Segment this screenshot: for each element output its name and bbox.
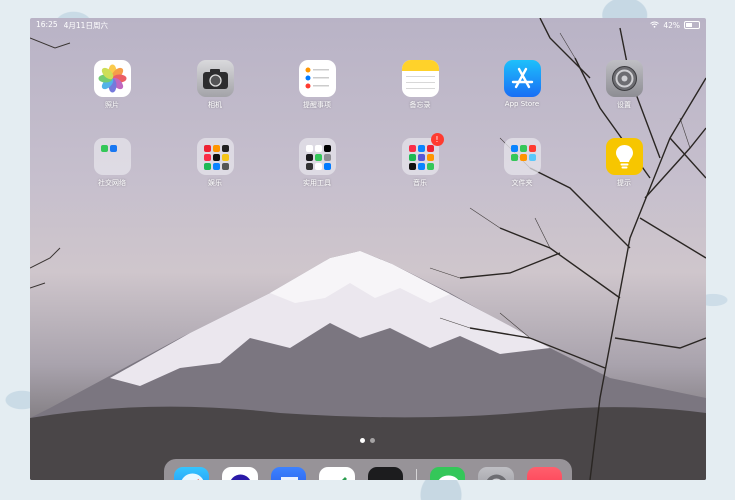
app-photos[interactable]: 照片 [82, 60, 142, 110]
folder-utilities[interactable]: 实用工具 [287, 138, 347, 188]
folder-icon [93, 138, 131, 175]
folder-icon [503, 138, 541, 175]
folder-icon [196, 138, 234, 175]
folder-icon [298, 138, 336, 175]
music-icon[interactable] [526, 467, 562, 480]
status-bar: 16:25 4月11日周六 42% [30, 18, 706, 32]
app-label: 提示 [617, 179, 631, 187]
dark-app-icon[interactable] [367, 467, 403, 480]
folder-social[interactable]: 社交网络 [82, 138, 142, 188]
pages-icon[interactable] [319, 467, 355, 480]
app-label: 提醒事项 [303, 101, 331, 109]
app-camera[interactable]: 相机 [185, 60, 245, 110]
app-label: 社交网络 [98, 179, 126, 187]
dock [164, 459, 572, 480]
page-dot[interactable] [370, 438, 375, 443]
settings-icon [605, 60, 643, 97]
app-label: 照片 [105, 101, 119, 109]
camera-icon [196, 60, 234, 97]
photos-icon [93, 60, 131, 97]
app-label: 音乐 [413, 179, 427, 187]
app-store-icon [503, 60, 541, 97]
status-date: 4月11日周六 [63, 20, 108, 30]
ipad-screen: 16:25 4月11日周六 42% 照片 相机 提醒事项 备忘录 App Sto… [30, 18, 706, 480]
settings-icon[interactable] [478, 467, 514, 480]
folder-files[interactable]: 文件夹 [492, 138, 552, 188]
safari-icon[interactable] [174, 467, 210, 480]
folder-music[interactable]: ! 音乐 [390, 133, 450, 188]
app-tips[interactable]: 提示 [594, 138, 654, 188]
battery-percent: 42% [663, 20, 680, 30]
app-label: 设置 [617, 101, 631, 109]
app-label: 文件夹 [511, 179, 533, 187]
messages-icon[interactable] [429, 467, 466, 480]
notes-icon [401, 60, 439, 97]
tips-icon [605, 138, 643, 175]
dock-separator [415, 469, 417, 480]
app-settings[interactable]: 设置 [594, 60, 654, 110]
battery-icon [684, 21, 700, 29]
app-notes[interactable]: 备忘录 [390, 60, 450, 110]
app-label: App Store [504, 100, 540, 108]
page-dot[interactable] [360, 438, 365, 443]
page-indicator[interactable] [360, 438, 375, 443]
keynote-icon[interactable] [270, 467, 307, 480]
blue-app-icon[interactable] [222, 467, 258, 480]
app-label: 娱乐 [208, 179, 222, 187]
folder-icon: ! [401, 133, 444, 175]
folder-entertainment[interactable]: 娱乐 [185, 138, 245, 188]
app-label: 相机 [208, 101, 222, 109]
reminders-icon [298, 60, 336, 97]
app-label: 实用工具 [303, 179, 331, 187]
notification-badge: ! [430, 133, 444, 146]
status-time: 16:25 [36, 19, 58, 29]
app-reminders[interactable]: 提醒事项 [287, 60, 347, 110]
app-app-store[interactable]: App Store [492, 60, 552, 108]
app-label: 备忘录 [409, 101, 431, 109]
wifi-icon [650, 21, 660, 30]
